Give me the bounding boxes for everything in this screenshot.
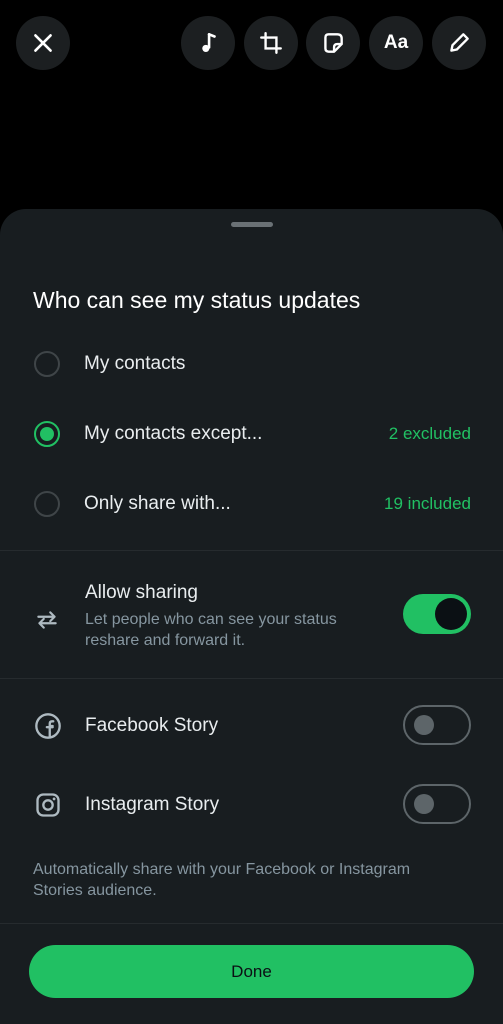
close-button[interactable] <box>16 16 70 70</box>
music-button[interactable] <box>181 16 235 70</box>
text-button-label: Aa <box>383 32 409 53</box>
done-button[interactable]: Done <box>29 945 474 998</box>
radio-button[interactable] <box>34 351 60 377</box>
instagram-story-toggle[interactable] <box>403 784 471 824</box>
option-label: My contacts <box>84 353 186 374</box>
sticker-button[interactable] <box>306 16 360 70</box>
option-label: My contacts except... <box>84 423 263 444</box>
sticker-icon <box>324 33 343 53</box>
draw-button[interactable] <box>432 16 486 70</box>
toggle-knob <box>414 715 434 735</box>
pencil-icon <box>450 33 469 52</box>
divider <box>0 550 503 551</box>
auto-share-note: Automatically share with your Facebook o… <box>33 861 411 899</box>
included-count: 19 included <box>384 494 471 513</box>
option-my-contacts-except[interactable]: My contacts except... 2 excluded <box>0 404 503 464</box>
status-privacy-sheet: Who can see my status updates My contact… <box>0 209 503 1024</box>
option-label: Only share with... <box>84 493 231 514</box>
divider <box>0 678 503 679</box>
toggle-knob <box>414 794 434 814</box>
reshare-icon <box>37 611 57 629</box>
drag-handle[interactable] <box>231 222 273 227</box>
facebook-icon <box>35 713 61 739</box>
crop-rotate-icon <box>260 32 282 54</box>
option-my-contacts[interactable]: My contacts <box>0 334 503 394</box>
text-button[interactable]: Aa <box>369 16 423 70</box>
instagram-icon <box>36 793 60 817</box>
allow-sharing-description: Let people who can see your status resha… <box>85 611 337 649</box>
close-icon <box>34 34 52 52</box>
radio-button-selected[interactable] <box>34 421 60 447</box>
editor-toolbar: Aa <box>0 0 503 90</box>
instagram-story-label: Instagram Story <box>85 794 220 815</box>
excluded-count: 2 excluded <box>388 424 471 443</box>
radio-button[interactable] <box>34 491 60 517</box>
allow-sharing-title: Allow sharing <box>85 582 198 603</box>
facebook-story-toggle[interactable] <box>403 705 471 745</box>
music-note-icon <box>202 33 216 52</box>
sheet-title: Who can see my status updates <box>33 287 361 313</box>
allow-sharing-toggle[interactable] <box>403 594 471 634</box>
divider <box>0 923 503 924</box>
facebook-story-label: Facebook Story <box>85 715 219 736</box>
crop-rotate-button[interactable] <box>244 16 298 70</box>
option-only-share-with[interactable]: Only share with... 19 included <box>0 474 503 534</box>
toggle-knob <box>435 598 467 630</box>
